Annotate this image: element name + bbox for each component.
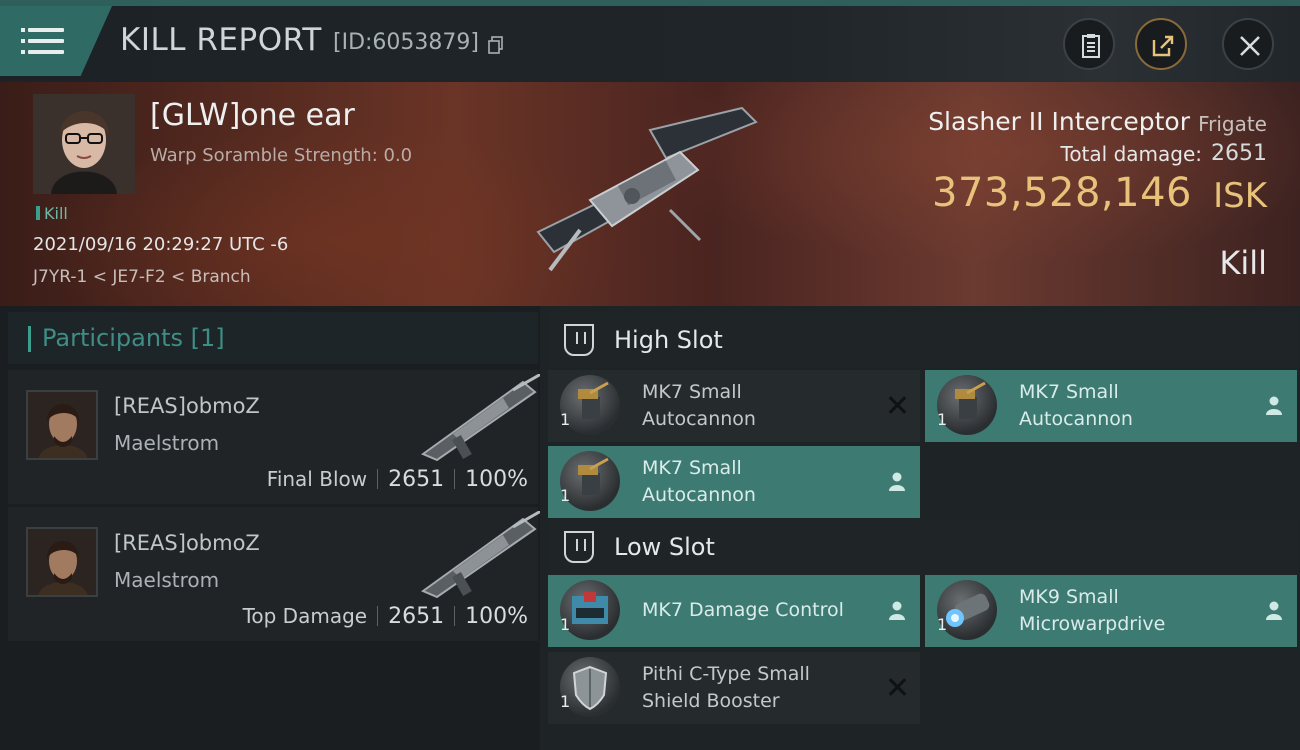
participant-damage: 2651 (388, 604, 445, 629)
high-slot-header: High Slot (548, 312, 1298, 368)
participant-portrait (26, 527, 98, 597)
victim-name[interactable]: [GLW]one ear (150, 98, 355, 133)
clipboard-icon (1082, 34, 1100, 58)
module-name-line2: Autocannon (1019, 408, 1133, 430)
module-item[interactable]: 1 MK7 Small Autocannon (925, 370, 1297, 442)
kill-location[interactable]: J7YR-1 < JE7-F2 < Branch (33, 267, 251, 287)
participant-stats: Final Blow 2651 100% (267, 467, 528, 492)
module-name: MK7 Small Autocannon (642, 455, 872, 509)
participants-title-label: Participants (42, 324, 183, 352)
share-button[interactable] (1135, 18, 1187, 70)
module-name-line2: Shield Booster (642, 690, 780, 712)
participant-card[interactable]: [REAS]obmoZ Maelstrom Top Damage 2651 100% (8, 507, 542, 641)
kill-tag-marker (36, 206, 40, 220)
module-name-line2: Autocannon (642, 408, 756, 430)
stat-separator (377, 606, 379, 626)
total-damage-label: Total damage: (1060, 142, 1203, 166)
module-name-line2: Autocannon (642, 484, 756, 506)
participant-damage: 2651 (388, 467, 445, 492)
module-name: MK7 Damage Control (642, 597, 872, 624)
module-name-line1: MK7 Small (642, 381, 742, 403)
module-name-line1: MK7 Damage Control (642, 599, 844, 621)
participant-name: [REAS]obmoZ (114, 531, 260, 555)
dropped-person-icon (1266, 396, 1282, 415)
module-item[interactable]: 1 Pithi C-Type Small Shield Booster (548, 652, 920, 724)
high-slot-icon (564, 324, 594, 356)
module-name-line1: MK9 Small (1019, 586, 1119, 608)
module-quantity: 1 (937, 615, 948, 634)
dropped-person-icon (889, 601, 905, 620)
participant-name: [REAS]obmoZ (114, 394, 260, 418)
destroyed-x-icon (886, 676, 908, 698)
participant-portrait (26, 390, 98, 460)
menu-icon (21, 28, 64, 56)
isk-unit: ISK (1213, 176, 1267, 216)
low-slot-icon (564, 531, 594, 563)
report-id: [ID:6053879] (333, 30, 479, 55)
module-item[interactable]: 1 MK7 Damage Control (548, 575, 920, 647)
kill-tag-label: Kill (44, 204, 68, 223)
close-button[interactable] (1222, 18, 1274, 70)
module-quantity: 1 (560, 615, 571, 634)
kill-tag: Kill (36, 204, 68, 223)
victim-ship-name[interactable]: Slasher II Interceptor (928, 107, 1190, 136)
module-name: MK7 Small Autocannon (1019, 379, 1249, 433)
stat-separator (454, 606, 456, 626)
dropped-person-icon (1266, 601, 1282, 620)
module-name: MK9 Small Microwarpdrive (1019, 584, 1249, 638)
module-name-line1: MK7 Small (642, 457, 742, 479)
participants-title[interactable]: Participants [1] (42, 324, 225, 352)
victim-portrait[interactable] (33, 94, 135, 194)
participant-percent: 100% (465, 604, 528, 629)
module-name-line1: MK7 Small (1019, 381, 1119, 403)
participant-weapon-image (420, 374, 542, 462)
clipboard-button[interactable] (1063, 18, 1115, 70)
participant-card[interactable]: [REAS]obmoZ Maelstrom Final Blow 2651 100% (8, 370, 542, 504)
participant-role: Top Damage (242, 604, 368, 628)
participant-ship: Maelstrom (114, 568, 220, 592)
isk-value: 373,528,146 (932, 170, 1192, 216)
victim-ship-image (536, 106, 758, 272)
kill-datetime: 2021/09/16 20:29:27 UTC -6 (33, 234, 289, 255)
close-icon (1240, 36, 1260, 56)
total-damage-value: 2651 (1211, 141, 1267, 166)
victim-ship-class: Frigate (1198, 112, 1267, 136)
dropped-person-icon (889, 472, 905, 491)
warp-scramble-strength: Warp Soramble Strength: 0.0 (150, 145, 413, 166)
stat-separator (377, 469, 379, 489)
kill-type-label: Kill (1219, 244, 1267, 282)
module-name: MK7 Small Autocannon (642, 379, 872, 433)
participant-percent: 100% (465, 467, 528, 492)
low-slot-header: Low Slot (548, 519, 1298, 575)
participant-role: Final Blow (266, 467, 368, 491)
module-quantity: 1 (560, 486, 571, 505)
participants-count: [1] (190, 324, 225, 352)
copy-icon[interactable] (488, 36, 504, 54)
module-name-line1: Pithi C-Type Small (642, 663, 810, 685)
module-name: Pithi C-Type Small Shield Booster (642, 661, 872, 715)
module-item[interactable]: 1 MK7 Small Autocannon (548, 446, 920, 518)
page-title: KILL REPORT (120, 22, 322, 58)
participants-header-accent (28, 326, 31, 352)
stat-separator (454, 469, 456, 489)
module-quantity: 1 (560, 692, 571, 711)
share-icon (1152, 35, 1174, 57)
destroyed-x-icon (886, 394, 908, 416)
module-quantity: 1 (937, 410, 948, 429)
participant-weapon-image (420, 511, 542, 599)
module-quantity: 1 (560, 410, 571, 429)
high-slot-title: High Slot (614, 326, 723, 354)
module-item[interactable]: 1 MK9 Small Microwarpdrive (925, 575, 1297, 647)
module-name-line2: Microwarpdrive (1019, 613, 1166, 635)
participant-stats: Top Damage 2651 100% (243, 604, 528, 629)
low-slot-title: Low Slot (614, 533, 715, 561)
module-item[interactable]: 1 MK7 Small Autocannon (548, 370, 920, 442)
participant-ship: Maelstrom (114, 431, 220, 455)
